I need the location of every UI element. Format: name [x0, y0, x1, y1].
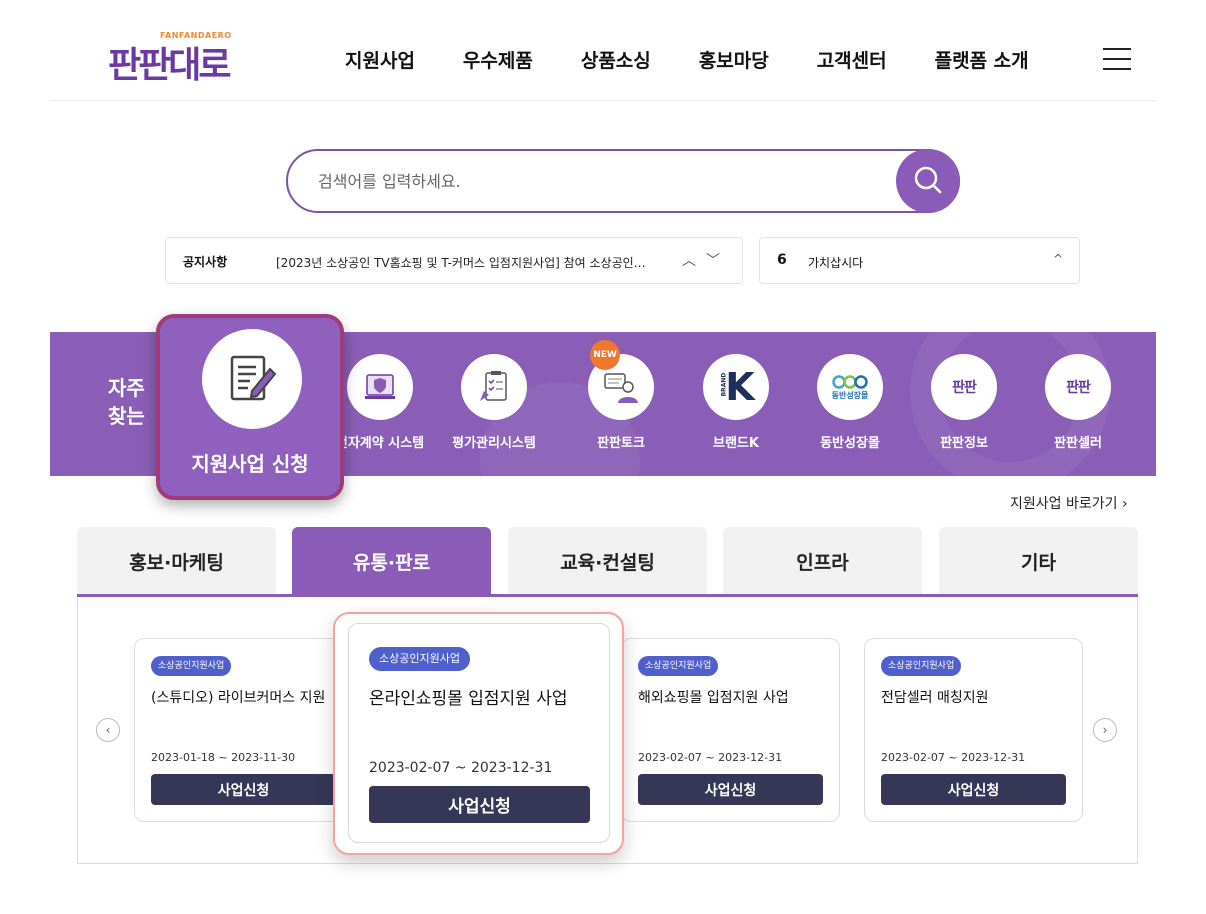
service-label: 판판토크: [597, 436, 645, 451]
chevron-left-icon: ‹: [105, 723, 111, 737]
tab-marketing[interactable]: 홍보·마케팅: [77, 527, 276, 595]
program-badge: 소상공인지원사업: [369, 647, 470, 671]
menu-icon[interactable]: [1103, 48, 1131, 70]
program-date: 2023-01-18 ~ 2023-11-30: [151, 751, 296, 764]
notice-bar: 공지사항 [2023년 소상공인 TV홈쇼핑 및 T-커머스 입점지원사업] 참…: [165, 237, 743, 284]
service-panpan-talk[interactable]: 판판토크: [561, 354, 681, 451]
nav-item-support[interactable]: 지원사업: [345, 46, 415, 73]
program-title[interactable]: 해외쇼핑몰 입점지원 사업: [638, 687, 838, 707]
program-card: 소상공인지원사업 (스튜디오) 라이브커머스 지원 2023-01-18 ~ 2…: [134, 638, 353, 822]
document-edit-icon: [230, 355, 277, 401]
program-date: 2023-02-07 ~ 2023-12-31: [369, 760, 553, 776]
header: FANFANDAERO 판판대로 지원사업 우수제품 상품소싱 홍보마당 고객센…: [50, 0, 1156, 101]
apply-button[interactable]: 사업신청: [151, 774, 336, 805]
tab-distribution[interactable]: 유통·판로: [292, 527, 491, 595]
nav-item-customer-center[interactable]: 고객센터: [817, 46, 887, 73]
program-badge: 소상공인지원사업: [638, 656, 719, 676]
apply-button[interactable]: 사업신청: [369, 786, 590, 823]
program-title[interactable]: 전담셀러 매칭지원: [881, 687, 1081, 707]
nav-item-platform-intro[interactable]: 플랫폼 소개: [935, 46, 1029, 73]
service-label: 판판셀러: [1054, 436, 1102, 451]
program-card: 소상공인지원사업 전담셀러 매칭지원 2023-02-07 ~ 2023-12-…: [864, 638, 1083, 822]
apply-button[interactable]: 사업신청: [638, 774, 823, 805]
mall-logo-text: 동반성장몰: [831, 390, 869, 400]
program-badge: 소상공인지원사업: [151, 656, 232, 676]
caret-up-icon[interactable]: ^: [1053, 252, 1063, 266]
program-card: 소상공인지원사업 해외쇼핑몰 입점지원 사업 2023-02-07 ~ 2023…: [621, 638, 840, 822]
service-label: 평가관리시스템: [452, 436, 536, 451]
tab-infra[interactable]: 인프라: [723, 527, 922, 595]
consultant-icon: [604, 373, 638, 403]
search-icon: [914, 166, 942, 194]
brand-k-small: BRAND: [720, 372, 728, 397]
service-support-apply[interactable]: 지원사업 신청: [156, 314, 344, 500]
keyword-rank: 6: [777, 252, 787, 268]
program-card-highlighted: 소상공인지원사업 온라인쇼핑몰 입점지원 사업 2023-02-07 ~ 202…: [333, 612, 624, 855]
chevron-right-icon: ›: [1121, 496, 1128, 512]
new-badge: NEW: [590, 340, 620, 370]
program-date: 2023-02-07 ~ 2023-12-31: [881, 751, 1026, 764]
service-label: 판판정보: [940, 436, 988, 451]
panpan-seller-logo: 판판: [1066, 380, 1091, 396]
tab-etc[interactable]: 기타: [939, 527, 1138, 595]
nav-item-products[interactable]: 우수제품: [463, 46, 533, 73]
search-button[interactable]: [896, 149, 960, 213]
service-label: 브랜드K: [713, 436, 759, 451]
program-badge: 소상공인지원사업: [881, 656, 962, 676]
program-date: 2023-02-07 ~ 2023-12-31: [638, 751, 783, 764]
program-title[interactable]: 온라인쇼핑몰 입점지원 사업: [369, 684, 568, 709]
service-mall[interactable]: 동반성장몰 동반성장몰: [790, 354, 910, 451]
highlight-service-label: 지원사업 신청: [191, 452, 309, 476]
carousel-next-button[interactable]: ›: [1093, 718, 1117, 742]
notice-text[interactable]: [2023년 소상공인 TV홈쇼핑 및 T-커머스 입점지원사업] 참여 소상공…: [276, 254, 666, 271]
popular-keyword-bar[interactable]: 6 가치삽시다 ^: [759, 237, 1080, 284]
apply-button[interactable]: 사업신청: [881, 774, 1066, 805]
service-brand-k[interactable]: BRAND K 브랜드K: [676, 354, 796, 451]
brand-k-icon: K: [725, 365, 755, 409]
nav-item-promotion[interactable]: 홍보마당: [699, 46, 769, 73]
category-tabs: 홍보·마케팅 유통·판로 교육·컨설팅 인프라 기타: [77, 527, 1138, 597]
chevron-right-icon: ›: [1102, 723, 1108, 737]
search-bar: [286, 149, 960, 213]
program-title[interactable]: (스튜디오) 라이브커머스 지원: [151, 687, 351, 707]
services-title: 자주 찾는 서비스: [108, 376, 145, 434]
support-shortcut-link[interactable]: 지원사업 바로가기 ›: [1010, 493, 1128, 513]
logo[interactable]: FANFANDAERO 판판대로: [108, 28, 268, 86]
keyword-text: 가치삽시다: [808, 256, 864, 270]
search-input[interactable]: [318, 167, 878, 195]
main-nav: 지원사업 우수제품 상품소싱 홍보마당 고객센터 플랫폼 소개: [345, 46, 1077, 73]
service-panpan-info[interactable]: 판판 판판정보: [904, 354, 1024, 451]
panpan-info-logo: 판판: [952, 380, 977, 396]
nav-item-sourcing[interactable]: 상품소싱: [581, 46, 651, 73]
notice-arrows: ︿ ﹀: [682, 250, 730, 270]
security-shield-icon: [365, 374, 395, 399]
chevron-up-icon[interactable]: ︿: [682, 253, 696, 269]
chevron-down-icon[interactable]: ﹀: [706, 253, 720, 269]
notice-label: 공지사항: [183, 255, 228, 269]
carousel-prev-button[interactable]: ‹: [96, 718, 120, 742]
tab-education[interactable]: 교육·컨설팅: [508, 527, 707, 595]
service-label: 동반성장몰: [820, 436, 880, 451]
service-evaluation[interactable]: 평가관리시스템: [434, 354, 554, 451]
checklist-icon: [480, 371, 507, 401]
infinity-icon: [832, 374, 868, 389]
service-panpan-seller[interactable]: 판판 판판셀러: [1018, 354, 1138, 451]
logo-text: 판판대로: [108, 45, 231, 86]
